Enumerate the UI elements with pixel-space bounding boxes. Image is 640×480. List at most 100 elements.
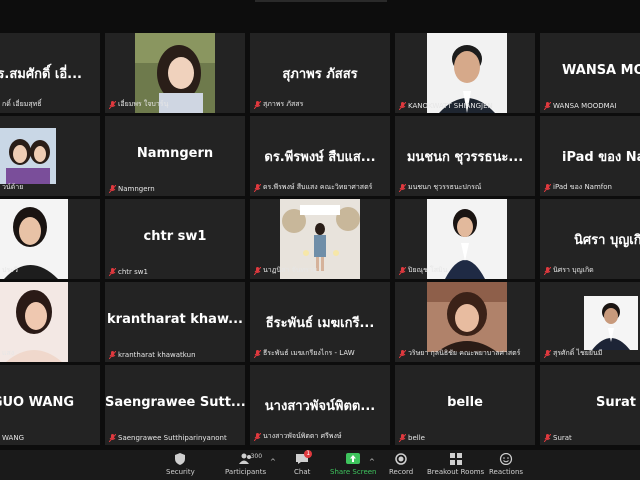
participant-tile[interactable]: มนชนก ชุวรรธนะ... มนชนก ชุวรรธนะปกรณ์ <box>395 116 535 196</box>
participants-options-caret[interactable]: ^ <box>270 458 276 466</box>
participant-tile[interactable]: ดร.พีรพงษ์ สืบแส... ดร.พีรพงษ์ สืบแสง คณ… <box>250 116 390 196</box>
participants-button[interactable]: 300 Participants <box>225 453 266 479</box>
security-label: Security <box>166 468 195 476</box>
participant-tile[interactable]: วริษยา กุลนิธิชัย คณะพยาบาลศาสตร์ <box>395 282 535 362</box>
mic-muted-icon <box>254 183 261 192</box>
participant-caption: ธีระพันธ์ เมฆเกรียงไกร - LAW <box>254 348 355 359</box>
top-indicator <box>255 0 387 2</box>
participant-caption: นิศรา บุญเกิด <box>544 265 594 276</box>
caption-text: Surat <box>553 434 572 442</box>
record-label: Record <box>389 468 414 476</box>
participant-caption: ดร.พีรพงษ์ สืบแสง คณะวิทยาศาสตร์ <box>254 182 372 193</box>
caption-text: krantharat khawatkun <box>118 351 196 359</box>
participant-name: NIGUO WANG <box>0 395 74 410</box>
participant-caption: สุรศักดิ์ ไชยยืนมี <box>544 348 602 359</box>
participant-name: ดร.พีรพงษ์ สืบแส... <box>264 150 376 165</box>
participant-tile[interactable]: Surat Surat <box>540 365 640 445</box>
participants-label: Participants <box>225 468 267 476</box>
participant-name: chtr sw1 <box>143 229 207 244</box>
participant-video <box>0 128 56 184</box>
caption-text: ปิยณุช โสมิน <box>408 266 448 274</box>
participant-caption: กดิ์ เอี่ยมสุทธิ์ <box>2 99 41 110</box>
chat-icon: 1 <box>295 450 313 465</box>
participant-tile[interactable]: iPad ของ Nam iPad ของ Namfon <box>540 116 640 196</box>
participant-tile[interactable]: แสง <box>0 282 100 362</box>
participant-caption: วน์ด้าย <box>2 182 23 193</box>
participant-name: นิศรา บุญเกิ <box>574 233 640 248</box>
participant-tile[interactable]: สุรศักดิ์ ไชยยืนมี <box>540 282 640 362</box>
mic-muted-icon <box>544 349 551 358</box>
participant-tile[interactable]: ปิยณุช โสมิน <box>395 199 535 279</box>
share-screen-button[interactable]: Share Screen <box>330 453 377 479</box>
participant-caption: นางสาวพัจน์พิตตา ศรีพงษ์ <box>254 431 341 442</box>
caption-text: ประวี <box>2 266 18 274</box>
participant-caption: ปิยณุช โสมิน <box>399 265 447 276</box>
mic-muted-icon <box>544 266 551 275</box>
participant-tile[interactable]: KANOKWATT SHIANGJEN <box>395 33 535 113</box>
participant-video <box>427 282 507 352</box>
reactions-icon <box>499 453 513 465</box>
participant-caption: ประวี <box>2 265 18 276</box>
mic-muted-icon <box>109 351 116 359</box>
participant-caption: Saengrawee Sutthiparinyanont <box>109 434 227 442</box>
caption-text: ดร.พีรพงษ์ สืบแสง คณะวิทยาศาสตร์ <box>263 183 373 191</box>
participant-tile[interactable]: NIGUO WANG WANG <box>0 365 100 445</box>
caption-text: ธีระพันธ์ เมฆเกรียงไกร - LAW <box>263 349 355 357</box>
caption-text: วริษยา กุลนิธิชัย คณะพยาบาลศาสตร์ <box>408 349 521 357</box>
security-button[interactable]: Security <box>166 453 195 479</box>
caption-text: WANG <box>2 434 24 442</box>
caption-text: วน์ด้าย <box>2 183 24 191</box>
participant-caption: สุภาพร ภัสสร <box>254 99 303 110</box>
mic-muted-icon <box>544 183 551 192</box>
mic-muted-icon <box>399 183 406 192</box>
participant-tile[interactable]: สุภาพร ภัสสร สุภาพร ภัสสร <box>250 33 390 113</box>
mic-muted-icon <box>254 432 261 441</box>
participant-caption: WANG <box>2 434 24 442</box>
chat-button[interactable]: 1 Chat <box>294 450 313 479</box>
share-options-caret[interactable]: ^ <box>369 458 375 466</box>
participant-tile[interactable]: chtr sw1 chtr sw1 <box>105 199 245 279</box>
participant-tile[interactable]: belle belle <box>395 365 535 445</box>
participant-name: belle <box>447 395 483 410</box>
caption-text: สุภาพร ภัสสร <box>263 100 304 108</box>
caption-text: นิศรา บุญเกิด <box>553 266 594 274</box>
mic-muted-icon <box>544 102 551 110</box>
record-button[interactable]: Record <box>389 453 413 479</box>
mic-muted-icon <box>109 185 116 193</box>
participant-name: สุภาพร ภัสสร <box>282 67 358 82</box>
chat-badge: 1 <box>304 450 313 458</box>
participant-tile[interactable]: วน์ด้าย <box>0 116 100 196</box>
top-bar <box>0 0 640 30</box>
reactions-button[interactable]: Reactions <box>489 453 523 479</box>
caption-text: Saengrawee Sutthiparinyanont <box>118 434 227 442</box>
caption-text: กดิ์ เอี่ยมสุทธิ์ <box>2 100 42 108</box>
participant-tile[interactable]: ดร.สมศักดิ์ เอี่... กดิ์ เอี่ยมสุทธิ์ <box>0 33 100 113</box>
participant-tile[interactable]: นาฏนิสา จันทราย <box>250 199 390 279</box>
participants-count: 300 <box>250 453 263 460</box>
caption-text: chtr sw1 <box>118 268 148 276</box>
participant-name: WANSA MOO <box>562 63 640 78</box>
participant-tile[interactable]: นิศรา บุญเกิ นิศรา บุญเกิด <box>540 199 640 279</box>
participant-name: Surat <box>596 395 637 410</box>
caption-text: iPad ของ Namfon <box>553 183 612 191</box>
breakout-rooms-label: Breakout Rooms <box>427 468 485 476</box>
participant-caption: iPad ของ Namfon <box>544 182 612 193</box>
participant-tile[interactable]: ธีระพันธ์ เมฆเกรี... ธีระพันธ์ เมฆเกรียง… <box>250 282 390 362</box>
participant-tile[interactable]: WANSA MOO WANSA MOODMAI <box>540 33 640 113</box>
participant-caption: นาฏนิสา จันทราย <box>254 265 317 276</box>
participant-caption: เอี่ยมพร ใจบาร์นุ <box>109 99 168 110</box>
participant-name: มนชนก ชุวรรธนะ... <box>406 150 524 165</box>
mic-muted-icon <box>254 349 261 358</box>
participant-tile[interactable]: krantharat khaw... krantharat khawatkun <box>105 282 245 362</box>
participant-name: ธีระพันธ์ เมฆเกรี... <box>265 316 375 331</box>
breakout-rooms-button[interactable]: Breakout Rooms <box>427 453 484 479</box>
caption-text: สุรศักดิ์ ไชยยืนมี <box>553 349 603 357</box>
participant-tile[interactable]: เอี่ยมพร ใจบาร์นุ <box>105 33 245 113</box>
participant-tile[interactable]: นางสาวพัจน์พิตต... นางสาวพัจน์พิตตา ศรีพ… <box>250 365 390 445</box>
participant-tile[interactable]: Namngern Namngern <box>105 116 245 196</box>
gallery-grid: ดร.สมศักดิ์ เอี่... กดิ์ เอี่ยมสุทธิ์ เอ… <box>0 30 640 450</box>
caption-text: เอี่ยมพร ใจบาร์นุ <box>118 100 169 108</box>
mic-muted-icon <box>399 349 406 358</box>
participant-tile[interactable]: Saengrawee Sutt... Saengrawee Sutthipari… <box>105 365 245 445</box>
participant-tile[interactable]: ประวี <box>0 199 100 279</box>
